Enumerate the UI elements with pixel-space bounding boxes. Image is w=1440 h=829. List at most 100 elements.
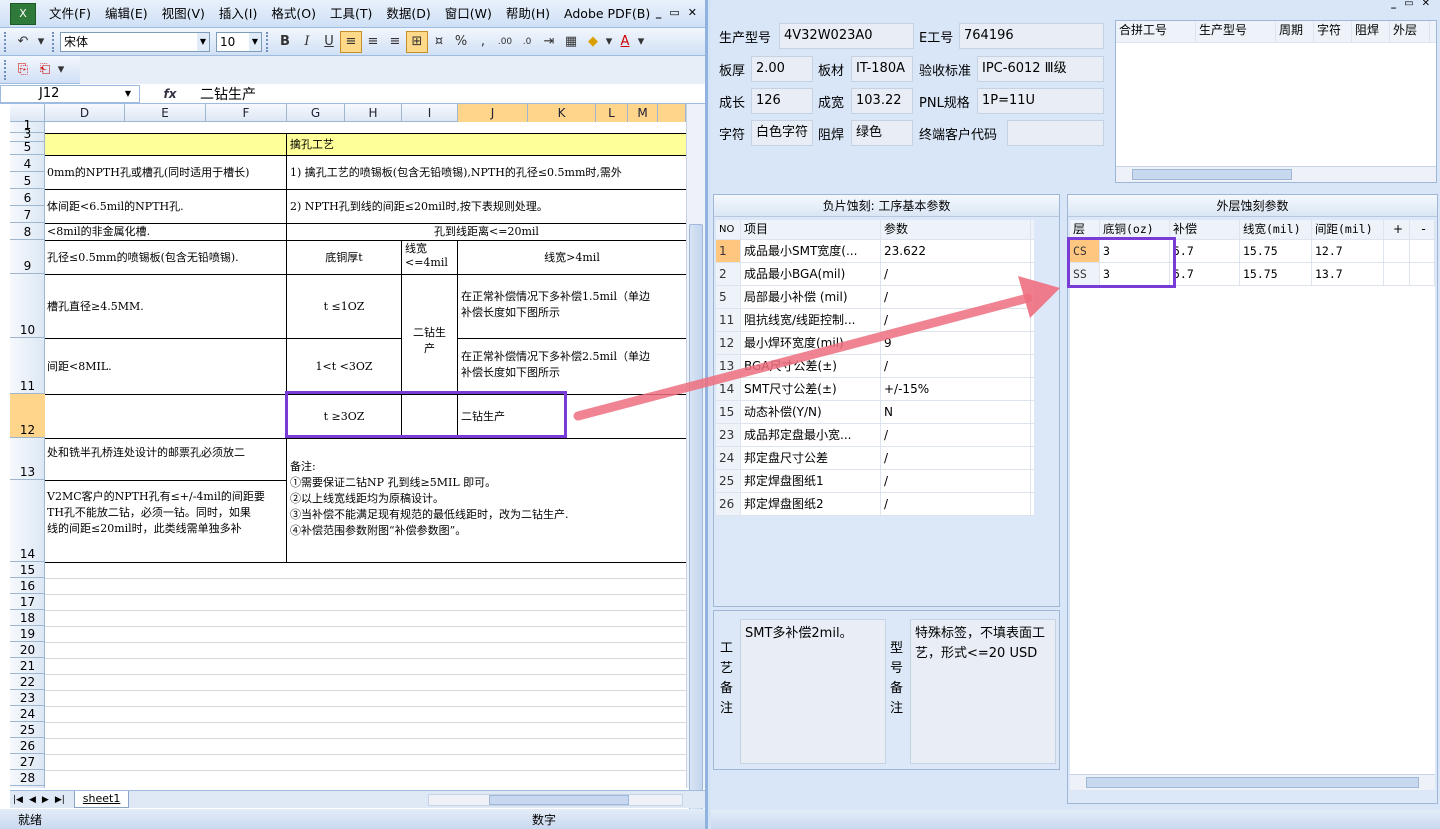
undo-dropdown-icon[interactable]: ▾ (34, 31, 48, 53)
undo-icon[interactable]: ↶ (12, 31, 34, 53)
row-header[interactable]: 16 (10, 578, 45, 594)
row-header[interactable]: 17 (10, 594, 45, 610)
row-header[interactable]: 6 (10, 189, 45, 206)
row-header[interactable]: 20 (10, 642, 45, 658)
neg-no-cell[interactable]: 24 (716, 447, 741, 469)
toolbar-options-icon[interactable]: ▾ (56, 59, 66, 81)
merge-center-icon[interactable]: ⊞ (406, 30, 428, 53)
font-size-select[interactable]: 10 ▼ (216, 31, 262, 52)
font-color-dropdown-icon[interactable]: ▾ (636, 31, 646, 53)
neg-value-cell[interactable]: 23.622 (881, 240, 1031, 262)
scrollbar-thumb[interactable] (1086, 777, 1419, 788)
row-header[interactable]: 13 (10, 438, 45, 480)
solder-mask-field[interactable]: 绿色 (851, 120, 913, 146)
outer-header[interactable]: 补偿 (1170, 220, 1240, 239)
row-header[interactable]: 9 (10, 240, 45, 274)
formula-input[interactable]: 二钻生产 (200, 84, 256, 104)
merge-hscrollbar[interactable] (1116, 166, 1436, 182)
italic-icon[interactable]: I (296, 31, 318, 53)
toolbar-grip[interactable] (52, 31, 56, 52)
row-header[interactable]: 7 (10, 206, 45, 223)
length-field[interactable]: 126 (751, 88, 813, 114)
menu-edit[interactable]: 编辑(E) (98, 0, 155, 28)
minimize-icon[interactable]: _ (1391, 0, 1396, 9)
indent-icon[interactable]: ⇥ (538, 31, 560, 53)
close-icon[interactable]: ✕ (688, 6, 697, 19)
eno-field[interactable]: 764196 (959, 23, 1104, 49)
bold-icon[interactable]: B (274, 31, 296, 53)
neg-header[interactable]: NO (716, 220, 741, 239)
menu-tools[interactable]: 工具(T) (323, 0, 379, 28)
cell-r10-copper[interactable]: t ≤1OZ (286, 274, 402, 339)
row-header[interactable]: 19 (10, 626, 45, 642)
neg-item-cell[interactable]: 邦定焊盘图纸1 (741, 470, 881, 492)
merge-header[interactable]: 阻焊 (1352, 21, 1390, 42)
cell-r9-left[interactable]: 孔径≤0.5mm的喷锡板(包含无铅喷锡). (45, 240, 287, 275)
cell-r8-left[interactable]: <8mil的非金属化槽. (45, 223, 287, 241)
row-header[interactable]: 4 (10, 155, 45, 172)
neg-item-cell[interactable]: 邦定焊盘图纸2 (741, 493, 881, 515)
fill-color-icon[interactable]: ◆ (582, 31, 604, 53)
outer-compensation-cell[interactable]: 5.7 (1170, 240, 1240, 262)
row-header[interactable]: 18 (10, 610, 45, 626)
neg-row[interactable]: 24 邦定盘尺寸公差 / (716, 447, 1034, 470)
column-header[interactable]: L (596, 104, 628, 122)
merge-header[interactable]: 字符 (1314, 21, 1352, 42)
remove-column-button[interactable]: - (1410, 220, 1435, 239)
row-header[interactable]: 22 (10, 674, 45, 690)
material-field[interactable]: IT-180A (851, 56, 913, 82)
row-header[interactable]: 12 (10, 394, 45, 438)
process-remark-textarea[interactable]: SMT多补偿2mil。 (740, 619, 886, 764)
last-sheet-icon[interactable]: ▶| (52, 795, 68, 805)
increase-decimal-icon[interactable]: .00 (494, 31, 516, 53)
menu-window[interactable]: 窗口(W) (438, 0, 499, 28)
neg-value-cell[interactable]: / (881, 493, 1031, 515)
menu-view[interactable]: 视图(V) (155, 0, 212, 28)
cell-r9-copper[interactable]: 底铜厚t (286, 240, 402, 275)
prev-sheet-icon[interactable]: ◀ (26, 795, 39, 805)
neg-header[interactable]: 参数 (881, 220, 1031, 239)
merge-header[interactable]: 合拼工号 (1116, 21, 1196, 42)
outer-hscrollbar[interactable] (1070, 774, 1435, 790)
outer-linewidth-cell[interactable]: 15.75 (1240, 240, 1312, 262)
spreadsheet-grid[interactable]: 擒孔工艺 0mm的NPTH孔或槽孔(同时适用于槽长) 1) 擒孔工艺的喷锡板(包… (45, 122, 686, 788)
border-icon[interactable]: ▦ (560, 31, 582, 53)
restore-icon[interactable]: ▭ (1404, 0, 1413, 9)
neg-row[interactable]: 1 成品最小SMT宽度(... 23.622 (716, 240, 1034, 263)
menu-adobe-pdf[interactable]: Adobe PDF(B) (557, 0, 657, 28)
cell-r6-right[interactable]: 2) NPTH孔到线的间距≤20mil时,按下表规则处理。 (286, 189, 686, 224)
fx-icon[interactable]: fx (140, 87, 200, 101)
row-header[interactable]: 5 (10, 140, 45, 155)
outer-etch-table[interactable]: 层 底铜(oz) 补偿 线宽(mil) 间距(mil) + - CS 3 5.7… (1070, 220, 1435, 790)
merge-header[interactable]: 周期 (1276, 21, 1314, 42)
cell-r11-copper[interactable]: 1<t <3OZ (286, 338, 402, 395)
vertical-scrollbar[interactable] (686, 104, 705, 824)
menu-file[interactable]: 文件(F) (42, 0, 98, 28)
column-header[interactable]: K (528, 104, 596, 122)
row-header[interactable]: 14 (10, 480, 45, 562)
cell-r10-left[interactable]: 槽孔直径≥4.5MM. (45, 274, 287, 339)
sheet-tab-sheet1[interactable]: sheet1 (73, 791, 130, 808)
column-header[interactable]: G (287, 104, 345, 122)
merge-job-list[interactable]: 合拼工号 生产型号 周期 字符 阻焊 外层 (1115, 20, 1437, 183)
character-field[interactable]: 白色字符 (751, 120, 813, 146)
menu-data[interactable]: 数据(D) (379, 0, 437, 28)
outer-header[interactable]: 间距(mil) (1312, 220, 1384, 239)
neg-item-cell[interactable]: 成品最小SMT宽度(... (741, 240, 881, 262)
comma-icon[interactable]: , (472, 31, 494, 53)
neg-item-cell[interactable]: 邦定盘尺寸公差 (741, 447, 881, 469)
font-color-icon[interactable]: A (614, 31, 636, 53)
menu-format[interactable]: 格式(O) (264, 0, 323, 28)
close-icon[interactable]: ✕ (1422, 0, 1430, 9)
row-header[interactable]: 26 (10, 738, 45, 754)
column-header[interactable]: M (628, 104, 658, 122)
neg-row[interactable]: 26 邦定焊盘图纸2/ (716, 493, 1034, 516)
column-header[interactable]: I (402, 104, 458, 122)
cell-r14-left[interactable]: V2MC客户的NPTH孔有≤+/-4mil的间距要 TH孔不能放二钻，必须一钻。… (45, 480, 287, 563)
row-header[interactable]: 28 (10, 770, 45, 786)
neg-value-cell[interactable]: / (881, 470, 1031, 492)
minimize-icon[interactable]: _ (656, 6, 662, 19)
neg-no-cell[interactable]: 1 (716, 240, 741, 262)
decrease-decimal-icon[interactable]: .0 (516, 31, 538, 53)
column-header[interactable] (658, 104, 686, 122)
